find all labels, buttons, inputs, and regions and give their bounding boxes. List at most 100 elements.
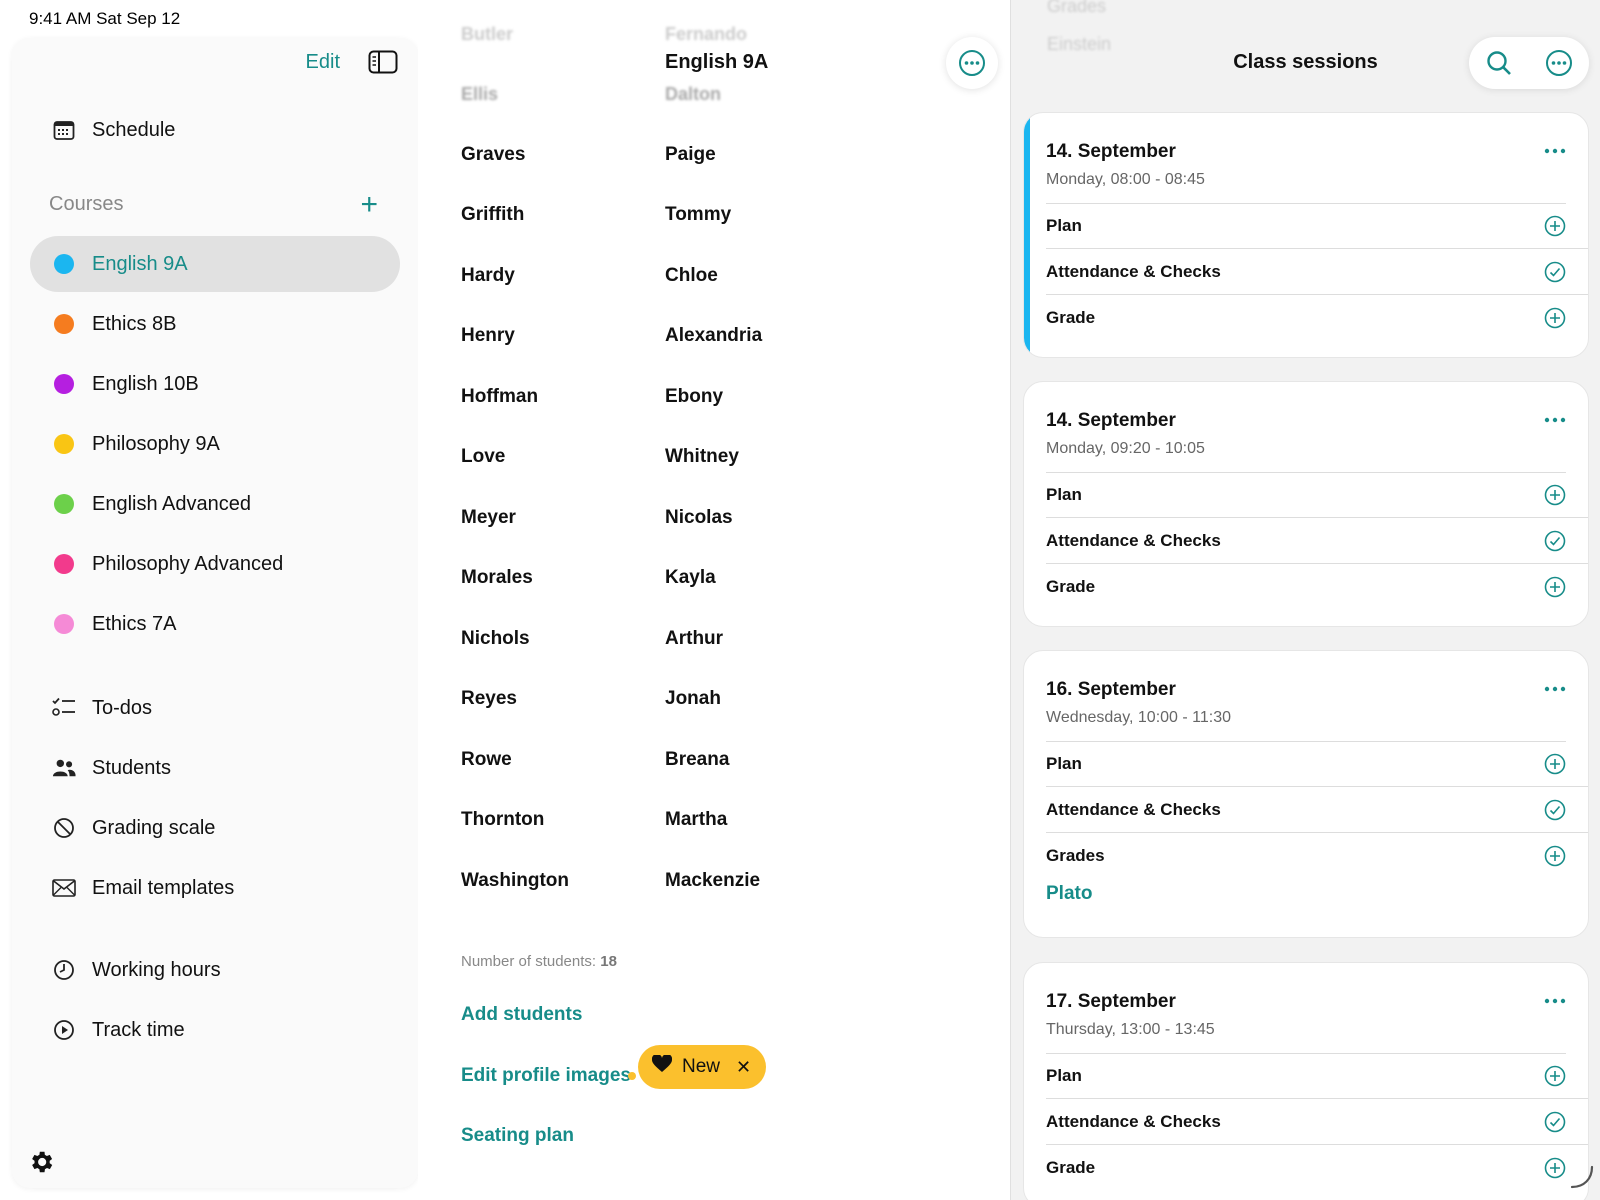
student-row[interactable]: Griffith Tommy xyxy=(461,195,961,235)
student-list-panel: Butler Fernando English 9A Ellis Dalton … xyxy=(418,0,1010,1200)
sidebar-item-track-time[interactable]: Track time xyxy=(30,1002,400,1058)
plus-circle-icon[interactable] xyxy=(1544,1065,1566,1087)
session-card[interactable]: 16. September Wednesday, 10:00 - 11:30 P… xyxy=(1023,650,1589,938)
add-course-plus-icon[interactable]: + xyxy=(360,189,378,219)
sidebar-course-english-10b[interactable]: English 10B xyxy=(30,356,400,412)
sidebar-item-label: Email templates xyxy=(92,876,235,899)
sidebar-item-email-templates[interactable]: Email templates xyxy=(30,860,400,916)
session-attendance-row[interactable]: Attendance & Checks xyxy=(1046,1099,1588,1145)
session-grades-row[interactable]: Grades xyxy=(1046,833,1588,879)
session-plan-row[interactable]: Plan xyxy=(1046,1053,1588,1099)
last-name: Nichols xyxy=(461,628,530,649)
row-label: Grade xyxy=(1046,1158,1096,1177)
session-attendance-row[interactable]: Attendance & Checks xyxy=(1046,249,1588,295)
class-sessions-panel: Grades Einstein Class sessions 14. Septe… xyxy=(1010,0,1600,1200)
new-feature-badge: New ✕ xyxy=(638,1045,766,1089)
session-card[interactable]: 14. September Monday, 09:20 - 10:05 Plan… xyxy=(1023,381,1589,627)
sidebar-toggle-icon[interactable] xyxy=(368,50,398,74)
close-icon[interactable]: ✕ xyxy=(736,1057,751,1078)
student-row[interactable]: Rowe Breana xyxy=(461,740,961,780)
new-badge-pointer xyxy=(628,1072,636,1080)
session-card[interactable]: 14. September Monday, 08:00 - 08:45 Plan… xyxy=(1023,112,1589,358)
session-grade-row[interactable]: Grade xyxy=(1046,564,1588,610)
sidebar-course-philosophy-9a[interactable]: Philosophy 9A xyxy=(30,416,400,472)
plus-circle-icon[interactable] xyxy=(1544,845,1566,867)
resize-handle-icon[interactable] xyxy=(1568,1163,1594,1194)
student-row[interactable]: Hoffman Ebony xyxy=(461,377,961,417)
edit-profile-images-link[interactable]: Edit profile images xyxy=(461,1065,631,1087)
check-circle-icon[interactable] xyxy=(1544,261,1566,283)
row-label: Plan xyxy=(1046,753,1082,773)
student-row[interactable]: Henry Alexandria xyxy=(461,316,961,356)
student-row[interactable]: Meyer Nicolas xyxy=(461,498,961,538)
sidebar-item-label: Students xyxy=(92,756,171,779)
session-plan-row[interactable]: Plan xyxy=(1046,741,1588,787)
first-name: Paige xyxy=(665,144,716,165)
sidebar-item-schedule[interactable]: Schedule xyxy=(30,102,400,158)
more-dots-icon[interactable] xyxy=(1544,410,1566,428)
check-circle-icon[interactable] xyxy=(1544,530,1566,552)
plus-circle-icon[interactable] xyxy=(1544,753,1566,775)
student-row[interactable]: Nichols Arthur xyxy=(461,619,961,659)
plus-circle-icon[interactable] xyxy=(1544,576,1566,598)
plus-circle-icon[interactable] xyxy=(1544,1157,1566,1179)
check-circle-icon[interactable] xyxy=(1544,1111,1566,1133)
more-options-button[interactable] xyxy=(946,37,998,89)
sidebar-course-ethics-7a[interactable]: Ethics 7A xyxy=(30,596,400,652)
session-plan-row[interactable]: Plan xyxy=(1046,472,1588,518)
student-row[interactable]: Thornton Martha xyxy=(461,800,961,840)
sidebar-course-english-9a[interactable]: English 9A xyxy=(30,236,400,292)
student-row[interactable]: Love Whitney xyxy=(461,437,961,477)
first-name: Whitney xyxy=(665,446,739,467)
sidebar-item-label: Ethics 8B xyxy=(92,312,177,335)
sessions-toolbar xyxy=(1469,37,1589,89)
session-grade-row[interactable]: Grade xyxy=(1046,295,1588,341)
sidebar-course-english-advanced[interactable]: English Advanced xyxy=(30,476,400,532)
sidebar-item-grading-scale[interactable]: Grading scale xyxy=(30,800,400,856)
plus-circle-icon[interactable] xyxy=(1544,307,1566,329)
student-row[interactable]: Graves Paige xyxy=(461,135,961,175)
session-time: Monday, 09:20 - 10:05 xyxy=(1046,440,1205,457)
session-attendance-row[interactable]: Attendance & Checks xyxy=(1046,518,1588,564)
sidebar-course-philosophy-advanced[interactable]: Philosophy Advanced xyxy=(30,536,400,592)
student-row[interactable]: Washington Mackenzie xyxy=(461,861,961,901)
session-attendance-row[interactable]: Attendance & Checks xyxy=(1046,787,1588,833)
more-dots-icon[interactable] xyxy=(1544,991,1566,1009)
session-grade-row[interactable]: Grade xyxy=(1046,1145,1588,1191)
student-row[interactable]: Reyes Jonah xyxy=(461,679,961,719)
sidebar: Edit Schedule Courses + English 9A Ethic… xyxy=(12,38,418,1188)
settings-gear-icon[interactable] xyxy=(27,1148,57,1178)
last-name: Meyer xyxy=(461,507,516,528)
student-row[interactable]: Morales Kayla xyxy=(461,558,961,598)
edit-button[interactable]: Edit xyxy=(306,51,340,74)
grade-item-link[interactable]: Plato xyxy=(1046,879,1588,923)
plus-circle-icon[interactable] xyxy=(1544,215,1566,237)
sidebar-item-label: Grading scale xyxy=(92,816,216,839)
last-name: Henry xyxy=(461,325,515,346)
ellipsis-circle-icon[interactable] xyxy=(1545,49,1573,77)
sidebar-course-ethics-8b[interactable]: Ethics 8B xyxy=(30,296,400,352)
seating-plan-link[interactable]: Seating plan xyxy=(461,1125,574,1147)
student-row[interactable]: Hardy Chloe xyxy=(461,256,961,296)
course-color-dot xyxy=(54,254,74,274)
play-circle-icon xyxy=(52,1018,76,1042)
sidebar-item-todos[interactable]: To-dos xyxy=(30,680,400,736)
session-plan-row[interactable]: Plan xyxy=(1046,203,1588,249)
plus-circle-icon[interactable] xyxy=(1544,484,1566,506)
first-name: Martha xyxy=(665,809,728,830)
last-name: Love xyxy=(461,446,506,467)
check-circle-icon[interactable] xyxy=(1544,799,1566,821)
search-icon[interactable] xyxy=(1486,50,1512,76)
sidebar-item-students[interactable]: Students xyxy=(30,740,400,796)
session-card[interactable]: 17. September Thursday, 13:00 - 13:45 Pl… xyxy=(1023,962,1589,1200)
more-dots-icon[interactable] xyxy=(1544,679,1566,697)
session-date: 16. September xyxy=(1046,679,1176,700)
more-dots-icon[interactable] xyxy=(1544,141,1566,159)
first-name: Kayla xyxy=(665,567,716,588)
first-name: Chloe xyxy=(665,265,718,286)
sidebar-item-label: Track time xyxy=(92,1018,185,1041)
sidebar-item-label: Philosophy Advanced xyxy=(92,552,284,575)
sidebar-item-working-hours[interactable]: Working hours xyxy=(30,942,400,998)
add-students-link[interactable]: Add students xyxy=(461,1004,582,1026)
status-time-date: 9:41 AM Sat Sep 12 xyxy=(29,9,181,28)
